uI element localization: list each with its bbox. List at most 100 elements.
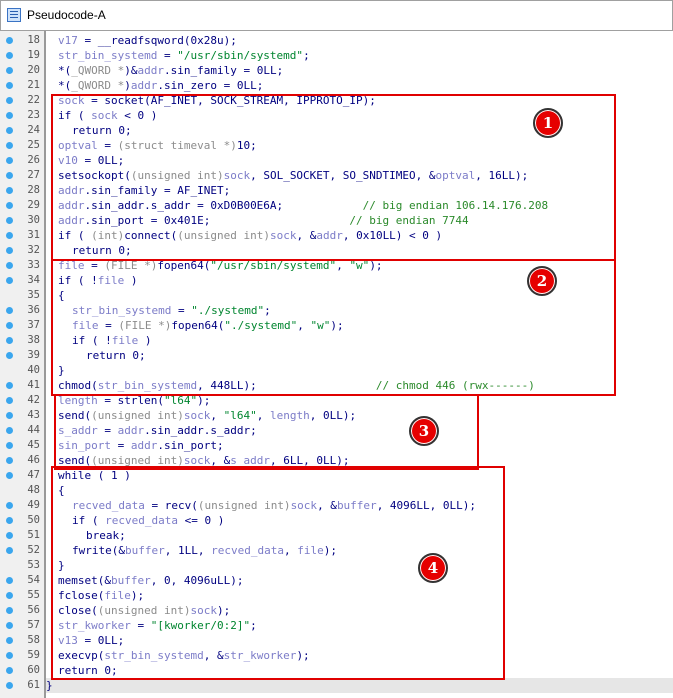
annotation-badge-2: 2 <box>527 266 557 296</box>
line-number: 42 <box>27 394 40 406</box>
line-number: 54 <box>27 574 40 586</box>
annotation-badge-4: 4 <box>418 553 448 583</box>
line-number: 28 <box>27 184 40 196</box>
line-number: 55 <box>27 589 40 601</box>
code-token: v17 <box>58 34 78 47</box>
pseudocode-editor[interactable]: 18 v17 = __readfsqword(0x28u); 19 str_bin_s… <box>0 31 673 698</box>
line-number: 33 <box>27 259 40 271</box>
breakpoint-dot-icon[interactable] <box>6 667 13 674</box>
line-number: 46 <box>27 454 40 466</box>
breakpoint-dot-icon[interactable] <box>6 442 13 449</box>
line-number: 34 <box>27 274 40 286</box>
line-number: 31 <box>27 229 40 241</box>
code-line[interactable]: 19 str_bin_systemd = "/usr/sbin/systemd"; <box>0 48 673 63</box>
breakpoint-dot-icon[interactable] <box>6 322 13 329</box>
breakpoint-dot-icon[interactable] <box>6 457 13 464</box>
line-number: 18 <box>27 34 40 46</box>
code-line[interactable]: 18 v17 = __readfsqword(0x28u); <box>0 33 673 48</box>
breakpoint-dot-icon[interactable] <box>6 172 13 179</box>
breakpoint-dot-icon[interactable] <box>6 382 13 389</box>
breakpoint-dot-icon[interactable] <box>6 682 13 689</box>
breakpoint-dot-icon[interactable] <box>6 82 13 89</box>
line-number: 23 <box>27 109 40 121</box>
breakpoint-dot-icon[interactable] <box>6 517 13 524</box>
annotation-badge-3: 3 <box>409 416 439 446</box>
breakpoint-dot-icon[interactable] <box>6 412 13 419</box>
breakpoint-dot-icon[interactable] <box>6 607 13 614</box>
line-number: 56 <box>27 604 40 616</box>
line-number: 24 <box>27 124 40 136</box>
code-line[interactable]: 20 *(_QWORD *)&addr.sin_family = 0LL; <box>0 63 673 78</box>
line-number: 35 <box>27 289 40 301</box>
pseudocode-window-icon <box>7 8 21 22</box>
line-number: 48 <box>27 484 40 496</box>
line-number: 58 <box>27 634 40 646</box>
line-number: 21 <box>27 79 40 91</box>
breakpoint-dot-icon[interactable] <box>6 592 13 599</box>
line-number: 47 <box>27 469 40 481</box>
window-title-bar[interactable]: Pseudocode-A <box>0 0 673 31</box>
breakpoint-dot-icon[interactable] <box>6 277 13 284</box>
breakpoint-dot-icon[interactable] <box>6 112 13 119</box>
code-line[interactable]: 21 *(_QWORD *)addr.sin_zero = 0LL; <box>0 78 673 93</box>
code-token: .sin_zero = 0LL; <box>157 79 264 92</box>
breakpoint-dot-icon[interactable] <box>6 142 13 149</box>
line-number: 57 <box>27 619 40 631</box>
breakpoint-dot-icon[interactable] <box>6 577 13 584</box>
line-number: 36 <box>27 304 40 316</box>
breakpoint-dot-icon[interactable] <box>6 397 13 404</box>
code-text: str_bin_systemd = "/usr/sbin/systemd"; <box>58 48 310 63</box>
breakpoint-dot-icon[interactable] <box>6 307 13 314</box>
breakpoint-dot-icon[interactable] <box>6 232 13 239</box>
breakpoint-dot-icon[interactable] <box>6 217 13 224</box>
line-number: 52 <box>27 544 40 556</box>
code-token: ) <box>124 79 131 92</box>
breakpoint-dot-icon[interactable] <box>6 67 13 74</box>
annotation-badge-1: 1 <box>533 108 563 138</box>
line-number: 51 <box>27 529 40 541</box>
annotation-box-1 <box>51 94 616 261</box>
line-number: 40 <box>27 364 40 376</box>
breakpoint-dot-icon[interactable] <box>6 532 13 539</box>
breakpoint-dot-icon[interactable] <box>6 547 13 554</box>
window-title: Pseudocode-A <box>27 8 106 22</box>
breakpoint-dot-icon[interactable] <box>6 187 13 194</box>
breakpoint-dot-icon[interactable] <box>6 52 13 59</box>
line-number: 59 <box>27 649 40 661</box>
code-token: } <box>46 679 53 692</box>
code-token: _QWORD * <box>71 79 125 92</box>
code-token: = __readfsqword(0x28u); <box>77 34 237 47</box>
line-number: 20 <box>27 64 40 76</box>
breakpoint-dot-icon[interactable] <box>6 127 13 134</box>
code-token: = <box>157 49 178 62</box>
code-token: *( <box>58 64 72 77</box>
breakpoint-dot-icon[interactable] <box>6 472 13 479</box>
breakpoint-dot-icon[interactable] <box>6 247 13 254</box>
breakpoint-dot-icon[interactable] <box>6 502 13 509</box>
code-token: "/usr/sbin/systemd" <box>177 49 304 62</box>
line-number: 26 <box>27 154 40 166</box>
breakpoint-dot-icon[interactable] <box>6 352 13 359</box>
breakpoint-dot-icon[interactable] <box>6 652 13 659</box>
breakpoint-dot-icon[interactable] <box>6 202 13 209</box>
line-number: 32 <box>27 244 40 256</box>
code-token: addr <box>137 64 164 77</box>
breakpoint-dot-icon[interactable] <box>6 157 13 164</box>
code-token: _QWORD * <box>71 64 125 77</box>
breakpoint-dot-icon[interactable] <box>6 97 13 104</box>
breakpoint-dot-icon[interactable] <box>6 427 13 434</box>
code-line[interactable]: } <box>46 678 673 693</box>
code-line-gutter: 61 <box>0 678 44 693</box>
breakpoint-dot-icon[interactable] <box>6 37 13 44</box>
breakpoint-dot-icon[interactable] <box>6 637 13 644</box>
code-token: .sin_family = 0LL; <box>163 64 284 77</box>
code-token: )& <box>124 64 138 77</box>
line-number: 44 <box>27 424 40 436</box>
breakpoint-dot-icon[interactable] <box>6 622 13 629</box>
line-number: 25 <box>27 139 40 151</box>
line-number: 27 <box>27 169 40 181</box>
breakpoint-dot-icon[interactable] <box>6 337 13 344</box>
code-token: *( <box>58 79 72 92</box>
code-text: } <box>46 678 53 693</box>
breakpoint-dot-icon[interactable] <box>6 262 13 269</box>
